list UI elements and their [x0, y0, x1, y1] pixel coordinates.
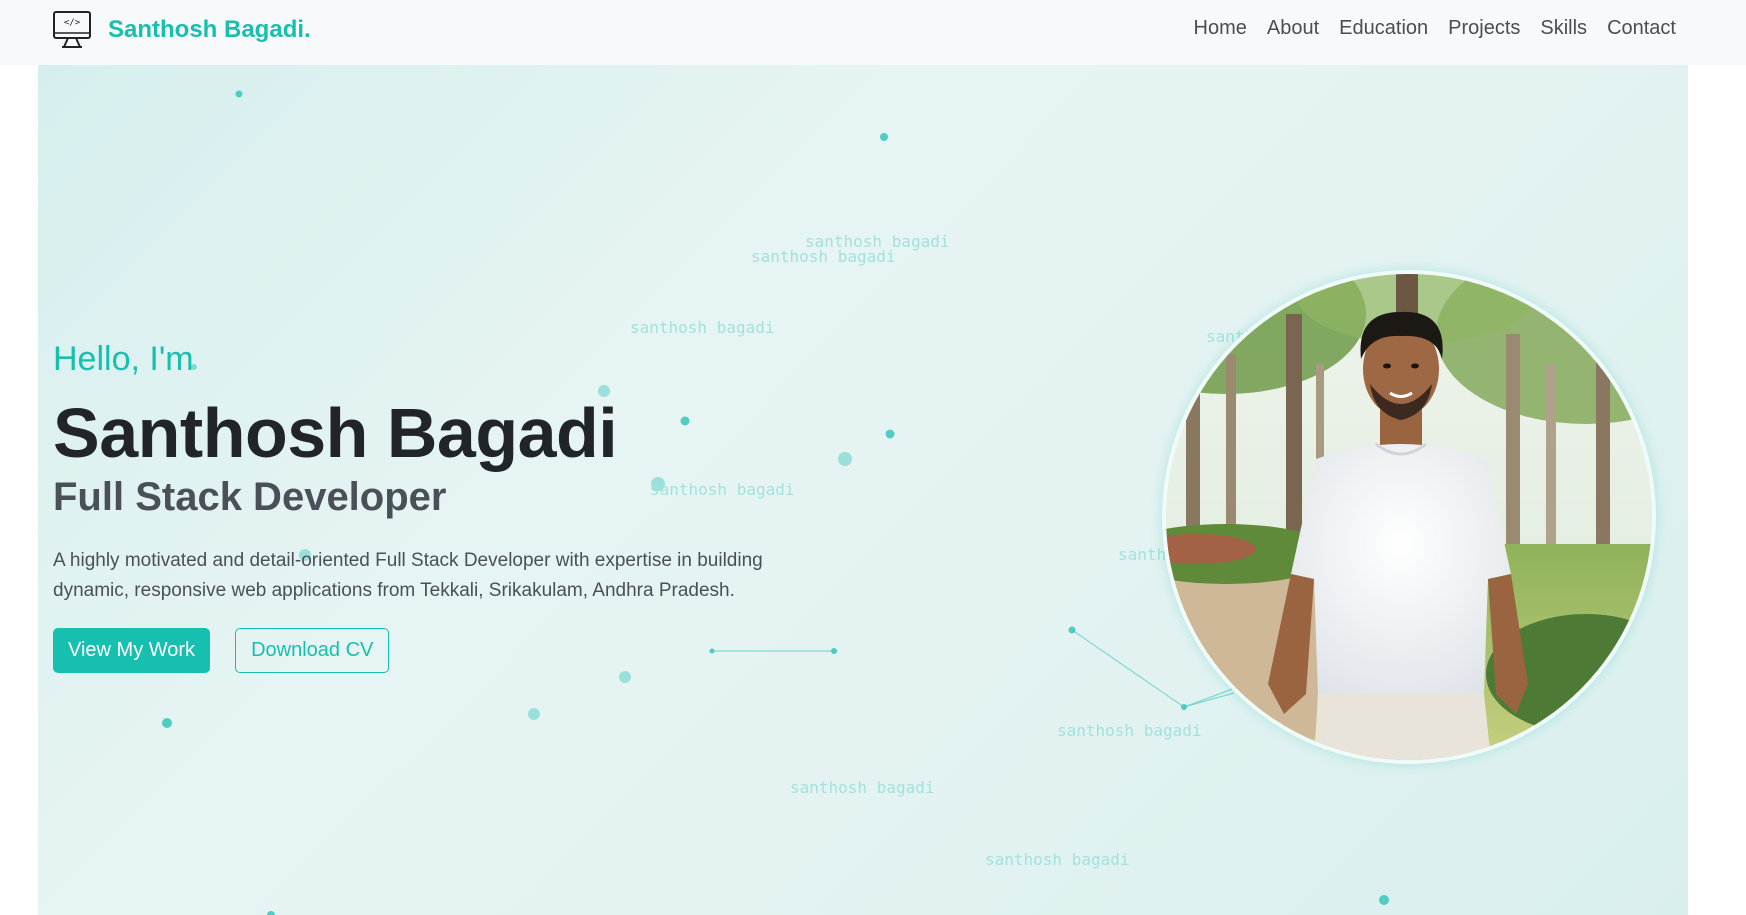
nav-link-skills[interactable]: Skills — [1540, 17, 1587, 40]
hero-intro: Hello, I'm Santhosh Bagadi Full Stack De… — [53, 340, 853, 673]
nav-link-projects[interactable]: Projects — [1448, 17, 1520, 40]
watermark-text: santhosh bagadi — [630, 318, 775, 337]
hero-buttons: View My Work Download CV — [53, 628, 853, 673]
watermark-text: santhosh bagadi — [751, 247, 896, 266]
hero-name: Santhosh Bagadi — [53, 394, 618, 472]
watermark-text: santhosh bagadi — [1057, 721, 1202, 740]
navbar: </> Santhosh Bagadi. Home About Educatio… — [0, 0, 1746, 65]
nav-link-home[interactable]: Home — [1194, 17, 1247, 40]
watermark-text: santhosh bagadi — [985, 850, 1130, 869]
nav-link-contact[interactable]: Contact — [1607, 17, 1676, 40]
profile-photo-frame — [1162, 270, 1656, 764]
brand-link[interactable]: </> Santhosh Bagadi. — [52, 10, 311, 50]
hero-description: A highly motivated and detail-oriented F… — [53, 550, 763, 601]
hero-section: santhosh bagadi santhosh bagadi santhosh… — [38, 65, 1688, 915]
hero-role: Full Stack Developer — [53, 475, 447, 519]
monitor-code-icon: </> — [53, 11, 91, 48]
nav-link-education[interactable]: Education — [1339, 17, 1428, 40]
nav-link-about[interactable]: About — [1267, 17, 1319, 40]
brand-name[interactable]: Santhosh Bagadi. — [108, 16, 311, 44]
profile-photo — [1166, 274, 1652, 760]
svg-text:</>: </> — [64, 18, 81, 28]
nav-links: Home About Education Projects Skills Con… — [1194, 17, 1676, 40]
view-my-work-button[interactable]: View My Work — [53, 628, 211, 673]
download-cv-button[interactable]: Download CV — [235, 628, 390, 673]
watermark-text: santhosh bagadi — [790, 778, 935, 797]
hero-greeting: Hello, I'm — [53, 340, 194, 378]
